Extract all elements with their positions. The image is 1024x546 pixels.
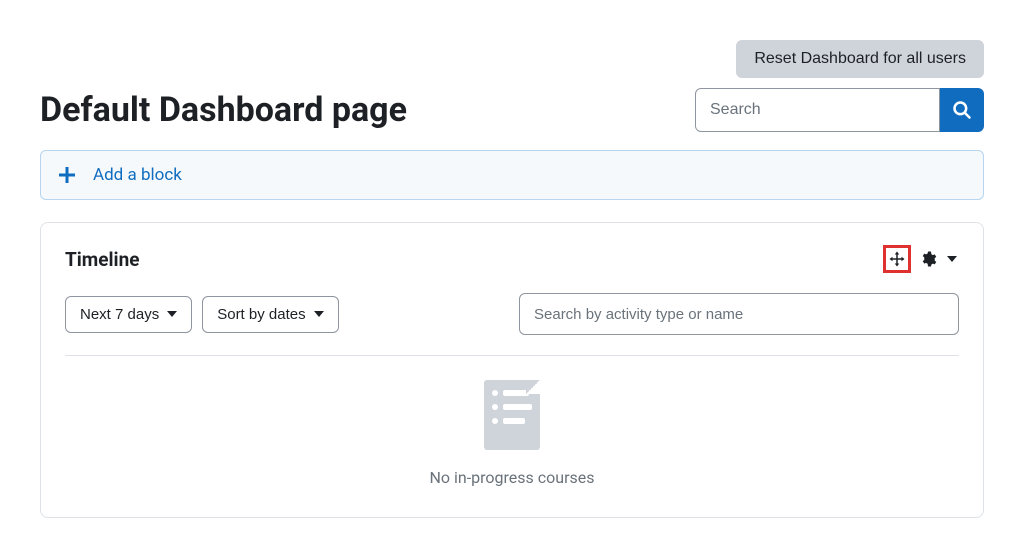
add-block-label: Add a block	[93, 165, 182, 185]
gear-icon	[919, 250, 937, 268]
move-icon	[888, 250, 906, 268]
timeline-title: Timeline	[65, 248, 140, 271]
timeline-empty-state: No in-progress courses	[65, 380, 959, 487]
chevron-down-icon	[167, 311, 177, 317]
timeline-sort-label: Sort by dates	[217, 306, 305, 323]
global-search	[695, 88, 984, 132]
search-input[interactable]	[695, 88, 940, 132]
divider	[65, 355, 959, 356]
block-settings-button[interactable]	[917, 248, 939, 270]
chevron-down-icon	[947, 256, 957, 262]
add-block-button[interactable]: Add a block	[40, 150, 984, 200]
move-block-handle[interactable]	[883, 245, 911, 273]
timeline-filter-label: Next 7 days	[80, 306, 159, 323]
timeline-filter-dropdown[interactable]: Next 7 days	[65, 296, 192, 333]
plus-icon	[59, 167, 75, 183]
timeline-block: Timeline	[40, 222, 984, 518]
block-collapse-toggle[interactable]	[945, 254, 959, 264]
page-title: Default Dashboard page	[40, 90, 407, 130]
reset-dashboard-button[interactable]: Reset Dashboard for all users	[736, 40, 984, 78]
search-icon	[952, 100, 972, 120]
timeline-sort-dropdown[interactable]: Sort by dates	[202, 296, 338, 333]
timeline-empty-text: No in-progress courses	[430, 468, 595, 487]
timeline-search-input[interactable]	[519, 293, 959, 335]
chevron-down-icon	[314, 311, 324, 317]
document-icon	[484, 380, 540, 450]
search-button[interactable]	[940, 88, 984, 132]
